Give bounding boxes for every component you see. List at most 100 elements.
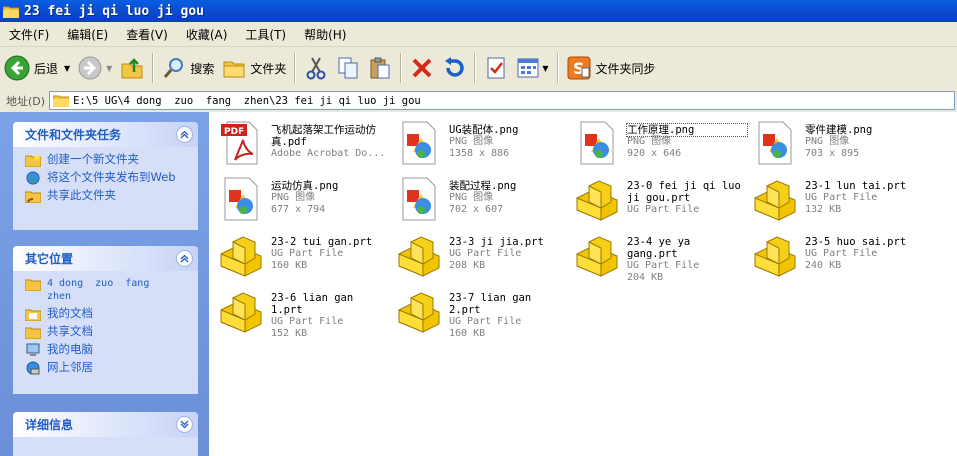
file-list: PDF 飞机起落架工作运动仿真.pdf Adobe Acrobat Do... U… bbox=[209, 112, 957, 456]
place-network[interactable]: 网上邻居 bbox=[25, 361, 192, 375]
tasks-panel-header[interactable]: 文件和文件夹任务 bbox=[13, 122, 198, 147]
search-button[interactable]: 搜索 bbox=[158, 50, 218, 86]
file-item[interactable]: 零件建模.png PNG 图像 703 x 895 bbox=[747, 116, 925, 172]
menu-file[interactable]: 文件(F) bbox=[0, 26, 58, 43]
back-button[interactable]: 后退 ▼ bbox=[0, 50, 74, 86]
ug-part-icon bbox=[754, 180, 796, 221]
folders-icon bbox=[223, 61, 245, 78]
copy-button[interactable] bbox=[332, 50, 364, 86]
menu-view[interactable]: 查看(V) bbox=[117, 26, 177, 43]
ug-part-icon bbox=[398, 292, 440, 333]
shared-documents-icon bbox=[25, 327, 41, 339]
file-type: PNG 图像 bbox=[627, 136, 672, 147]
toolbar-separator bbox=[474, 53, 477, 83]
file-type: UG Part File bbox=[627, 260, 700, 271]
file-type: UG Part File bbox=[271, 316, 344, 327]
folder-sync-button[interactable]: S 文件夹同步 bbox=[563, 50, 660, 86]
up-folder-button[interactable] bbox=[116, 50, 148, 86]
task-new-folder[interactable]: 创建一个新文件夹 bbox=[25, 153, 192, 167]
cut-button[interactable] bbox=[300, 50, 332, 86]
file-info: 240 KB bbox=[805, 260, 842, 271]
ug-part-icon bbox=[220, 292, 262, 333]
paste-button[interactable] bbox=[364, 50, 396, 86]
file-item[interactable]: 23-0 fei ji qi luo ji gou.prt UG Part Fil… bbox=[569, 172, 747, 228]
menu-help[interactable]: 帮助(H) bbox=[295, 26, 355, 43]
pdf-icon: PDF bbox=[221, 121, 258, 165]
file-type: UG Part File bbox=[449, 316, 522, 327]
file-info: 1358 x 886 bbox=[449, 148, 510, 159]
file-item[interactable]: 工作原理.png PNG 图像 920 x 646 bbox=[569, 116, 748, 172]
menu-tools[interactable]: 工具(T) bbox=[236, 26, 295, 43]
file-type: PNG 图像 bbox=[271, 192, 316, 203]
collapse-chevron-icon[interactable] bbox=[176, 250, 193, 267]
forward-arrow-icon bbox=[78, 56, 102, 80]
file-item[interactable]: PDF 飞机起落架工作运动仿真.pdf Adobe Acrobat Do... bbox=[213, 116, 391, 172]
task-publish-web[interactable]: 将这个文件夹发布到Web bbox=[25, 171, 192, 185]
folder-icon bbox=[25, 279, 41, 291]
file-name: 工作原理.png bbox=[626, 123, 748, 137]
task-new-folder-label: 创建一个新文件夹 bbox=[47, 152, 139, 166]
file-name: 23-1 lun tai.prt bbox=[805, 180, 907, 192]
file-item[interactable]: UG装配体.png PNG 图像 1358 x 886 bbox=[391, 116, 569, 172]
place-my-documents[interactable]: 我的文档 bbox=[25, 307, 192, 321]
details-header[interactable]: 详细信息 bbox=[13, 412, 198, 437]
file-item[interactable]: 23-4 ye ya gang.prt UG Part File 204 KB bbox=[569, 228, 747, 284]
file-type: PNG 图像 bbox=[449, 192, 494, 203]
task-share-folder[interactable]: 共享此文件夹 bbox=[25, 189, 192, 203]
views-dropdown-icon[interactable]: ▼ bbox=[542, 64, 548, 73]
file-type: UG Part File bbox=[271, 248, 344, 259]
file-name: UG装配体.png bbox=[449, 124, 519, 136]
toolbar-separator bbox=[152, 53, 155, 83]
file-item[interactable]: 23-6 lian gan 1.prt UG Part File 152 KB bbox=[213, 284, 391, 340]
place-my-documents-label: 我的文档 bbox=[47, 306, 93, 320]
file-item[interactable]: 装配过程.png PNG 图像 702 x 607 bbox=[391, 172, 569, 228]
ug-part-icon bbox=[398, 236, 440, 277]
menu-edit[interactable]: 编辑(E) bbox=[58, 26, 117, 43]
back-dropdown-icon[interactable]: ▼ bbox=[64, 64, 70, 73]
task-pane: 文件和文件夹任务 创建一个新文件夹 将这个文件夹发布到Web 共享此文件夹 其它… bbox=[0, 112, 209, 456]
png-icon bbox=[402, 121, 436, 165]
file-item[interactable]: 运动仿真.png PNG 图像 677 x 794 bbox=[213, 172, 391, 228]
expand-chevron-icon[interactable] bbox=[176, 416, 193, 433]
file-item[interactable]: 23-5 huo sai.prt UG Part File 240 KB bbox=[747, 228, 925, 284]
forward-dropdown-icon[interactable]: ▼ bbox=[106, 64, 112, 73]
details-title: 详细信息 bbox=[25, 418, 74, 432]
undo-button[interactable] bbox=[438, 50, 470, 86]
place-shared-documents[interactable]: 共享文档 bbox=[25, 325, 192, 339]
menu-favorites[interactable]: 收藏(A) bbox=[177, 26, 237, 43]
place-my-computer[interactable]: 我的电脑 bbox=[25, 343, 192, 357]
network-icon bbox=[26, 361, 40, 375]
folders-button[interactable]: 文件夹 bbox=[218, 50, 290, 86]
place-parent-folder[interactable]: 4 dong zuo fang zhen bbox=[25, 277, 192, 303]
forward-button[interactable]: ▼ bbox=[74, 50, 116, 86]
file-item[interactable]: 23-2 tui gan.prt UG Part File 160 KB bbox=[213, 228, 391, 284]
folder-icon bbox=[3, 6, 19, 18]
folders-label: 文件夹 bbox=[250, 61, 287, 76]
file-info: 160 KB bbox=[449, 328, 486, 339]
file-info: 920 x 646 bbox=[627, 148, 682, 159]
toolbar-separator bbox=[400, 53, 403, 83]
delete-button[interactable] bbox=[406, 50, 438, 86]
other-places-header[interactable]: 其它位置 bbox=[13, 246, 198, 271]
ug-part-icon bbox=[576, 180, 618, 221]
file-item[interactable]: 23-1 lun tai.prt UG Part File 132 KB bbox=[747, 172, 925, 228]
search-label: 搜索 bbox=[190, 61, 215, 76]
details-panel: 详细信息 bbox=[13, 412, 198, 456]
computer-icon bbox=[26, 343, 40, 356]
globe-icon bbox=[26, 171, 40, 185]
file-name: 23-3 ji jia.prt bbox=[449, 236, 544, 248]
file-type: UG Part File bbox=[805, 192, 878, 203]
window-title: 23 fei ji qi luo ji gou bbox=[24, 3, 205, 19]
title-bar: 23 fei ji qi luo ji gou bbox=[0, 0, 957, 22]
file-item[interactable]: 23-7 lian gan 2.prt UG Part File 160 KB bbox=[391, 284, 569, 340]
file-item[interactable]: 23-3 ji jia.prt UG Part File 208 KB bbox=[391, 228, 569, 284]
address-input[interactable]: E:\5 UG\4 dong zuo fang zhen\23 fei ji q… bbox=[49, 91, 955, 110]
file-info: 702 x 607 bbox=[449, 204, 504, 215]
png-icon bbox=[580, 121, 614, 165]
properties-button[interactable] bbox=[480, 50, 512, 86]
file-name: 23-6 lian gan 1.prt bbox=[271, 292, 360, 316]
back-label: 后退 bbox=[34, 61, 59, 76]
views-button[interactable]: ▼ bbox=[512, 50, 552, 86]
collapse-chevron-icon[interactable] bbox=[176, 126, 193, 143]
place-network-label: 网上邻居 bbox=[47, 360, 93, 374]
